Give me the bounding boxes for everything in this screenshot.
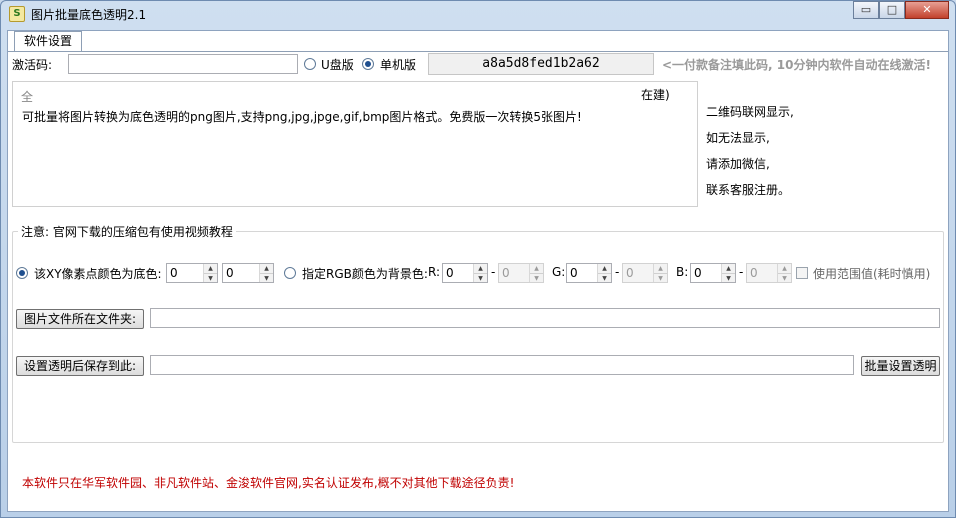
- b-to-value: 0: [750, 266, 758, 280]
- r-to-stepper[interactable]: 0 ▲ ▼: [498, 263, 544, 283]
- g-to-stepper[interactable]: 0 ▲ ▼: [622, 263, 668, 283]
- save-folder-input[interactable]: [150, 355, 854, 375]
- x-coordinate-stepper[interactable]: 0 ▲ ▼: [166, 263, 218, 283]
- save-folder-button[interactable]: 设置透明后保存到此:: [16, 356, 144, 376]
- b-to-arrows[interactable]: ▲ ▼: [777, 264, 791, 282]
- b-from-stepper[interactable]: 0 ▲ ▼: [690, 263, 736, 283]
- radio-udisk-version[interactable]: [304, 58, 316, 70]
- notice-title: 注意: 官网下载的压缩包有使用视频教程: [18, 223, 236, 240]
- b-from-arrows[interactable]: ▲ ▼: [721, 264, 735, 282]
- side-note-item: 联系客服注册。: [706, 183, 791, 197]
- g-from-value: 0: [570, 266, 578, 280]
- activation-input[interactable]: [68, 54, 298, 74]
- radio-single-version[interactable]: [362, 58, 374, 70]
- activation-label: 激活码:: [12, 58, 53, 72]
- footer-notice: 本软件只在华军软件园、非凡软件站、金浚软件官网,实名认证发布,概不对其他下载途径…: [22, 476, 515, 490]
- r-label: R:: [428, 265, 441, 279]
- b-to-stepper[interactable]: 0 ▲ ▼: [746, 263, 792, 283]
- g-to-arrows[interactable]: ▲ ▼: [653, 264, 667, 282]
- y-value: 0: [226, 266, 234, 280]
- side-note-item: 二维码联网显示,: [706, 105, 794, 119]
- chevron-down-icon[interactable]: ▼: [260, 273, 273, 282]
- udisk-version-label: U盘版: [321, 58, 354, 72]
- radio-xy-pixel[interactable]: [16, 267, 28, 279]
- description-text: 可批量将图片转换为底色透明的png图片,支持png,jpg,jpge,gif,b…: [22, 110, 582, 124]
- r-from-value: 0: [446, 266, 454, 280]
- chevron-down-icon[interactable]: ▼: [474, 273, 487, 282]
- chevron-up-icon[interactable]: ▲: [474, 264, 487, 273]
- g-label: G:: [552, 265, 566, 279]
- window-controls: ▭ □ ✕: [853, 1, 949, 20]
- chevron-up-icon[interactable]: ▲: [778, 264, 791, 273]
- source-folder-input[interactable]: [150, 308, 940, 328]
- g-from-arrows[interactable]: ▲ ▼: [597, 264, 611, 282]
- single-version-label: 单机版: [380, 58, 417, 72]
- chevron-down-icon[interactable]: ▼: [204, 273, 217, 282]
- x-stepper-arrows[interactable]: ▲ ▼: [203, 264, 217, 282]
- maximize-button[interactable]: □: [879, 1, 905, 19]
- side-notes: 二维码联网显示, 如无法显示, 请添加微信, 联系客服注册。: [706, 99, 794, 203]
- side-note-item: 如无法显示,: [706, 131, 770, 145]
- description-partial-left: 全: [21, 90, 34, 104]
- chevron-down-icon[interactable]: ▼: [530, 273, 543, 282]
- window-title: 图片批量底色透明2.1: [31, 8, 147, 22]
- y-stepper-arrows[interactable]: ▲ ▼: [259, 264, 273, 282]
- description-box[interactable]: 全 在建) 可批量将图片转换为底色透明的png图片,支持png,jpg,jpge…: [12, 81, 698, 207]
- r-to-arrows[interactable]: ▲ ▼: [529, 264, 543, 282]
- chevron-up-icon[interactable]: ▲: [260, 264, 273, 273]
- use-range-checkbox[interactable]: [796, 267, 808, 279]
- minimize-button[interactable]: ▭: [853, 1, 879, 19]
- g-to-value: 0: [626, 266, 634, 280]
- side-note-item: 请添加微信,: [706, 157, 770, 171]
- g-from-stepper[interactable]: 0 ▲ ▼: [566, 263, 612, 283]
- chevron-up-icon[interactable]: ▲: [204, 264, 217, 273]
- b-dash: -: [739, 265, 744, 279]
- description-partial-right: 在建): [639, 86, 672, 103]
- chevron-up-icon[interactable]: ▲: [530, 264, 543, 273]
- y-coordinate-stepper[interactable]: 0 ▲ ▼: [222, 263, 274, 283]
- chevron-up-icon[interactable]: ▲: [722, 264, 735, 273]
- close-button[interactable]: ✕: [905, 1, 949, 19]
- r-from-arrows[interactable]: ▲ ▼: [473, 264, 487, 282]
- title-bar[interactable]: S 图片批量底色透明2.1 ▭ □ ✕: [1, 1, 955, 27]
- chevron-down-icon[interactable]: ▼: [722, 273, 735, 282]
- source-folder-button[interactable]: 图片文件所在文件夹:: [16, 309, 144, 329]
- b-label: B:: [676, 265, 689, 279]
- tab-software-settings[interactable]: 软件设置: [14, 31, 82, 51]
- main-window: S 图片批量底色透明2.1 ▭ □ ✕ 软件设置 激活码: U盘版 单机版 a8…: [0, 0, 956, 518]
- x-value: 0: [170, 266, 178, 280]
- r-to-value: 0: [502, 266, 510, 280]
- use-range-label: 使用范围值(耗时慎用): [813, 267, 931, 281]
- tab-divider: [8, 51, 948, 52]
- rgb-color-label: 指定RGB颜色为背景色:: [302, 267, 428, 281]
- app-icon: S: [9, 6, 25, 22]
- radio-rgb-color[interactable]: [284, 267, 296, 279]
- chevron-up-icon[interactable]: ▲: [654, 264, 667, 273]
- chevron-up-icon[interactable]: ▲: [598, 264, 611, 273]
- r-from-stepper[interactable]: 0 ▲ ▼: [442, 263, 488, 283]
- chevron-down-icon[interactable]: ▼: [654, 273, 667, 282]
- batch-transparent-button[interactable]: 批量设置透明: [861, 356, 940, 376]
- client-area: 软件设置 激活码: U盘版 单机版 a8a5d8fed1b2a62 <一付款备注…: [7, 30, 949, 512]
- activation-hint: <一付款备注填此码, 10分钟内软件自动在线激活!: [662, 58, 931, 72]
- chevron-down-icon[interactable]: ▼: [778, 273, 791, 282]
- machine-code: a8a5d8fed1b2a62: [428, 53, 654, 75]
- g-dash: -: [615, 265, 620, 279]
- xy-pixel-label: 该XY像素点颜色为底色:: [34, 267, 162, 281]
- r-dash: -: [491, 265, 496, 279]
- chevron-down-icon[interactable]: ▼: [598, 273, 611, 282]
- b-from-value: 0: [694, 266, 702, 280]
